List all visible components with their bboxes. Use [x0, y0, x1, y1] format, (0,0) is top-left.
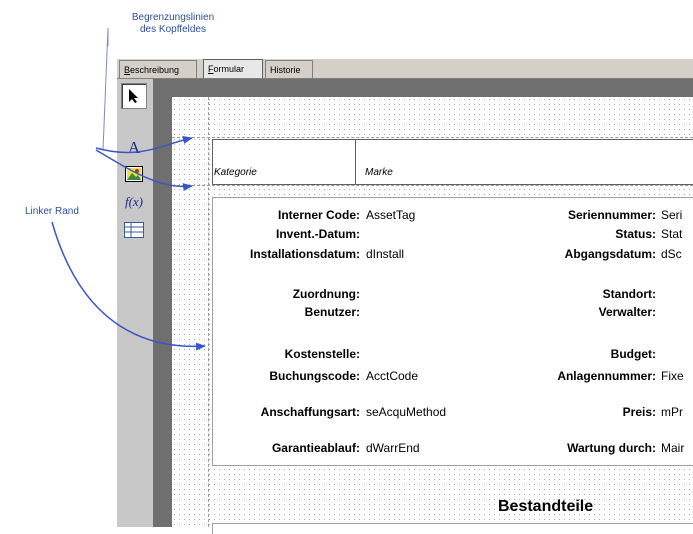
arrow-header-top	[95, 136, 193, 154]
arrow-left-margin	[51, 221, 206, 351]
arrow-header-bottom	[95, 149, 193, 192]
header-callout-leader-left	[102, 27, 109, 151]
callout-arrows	[51, 27, 206, 351]
